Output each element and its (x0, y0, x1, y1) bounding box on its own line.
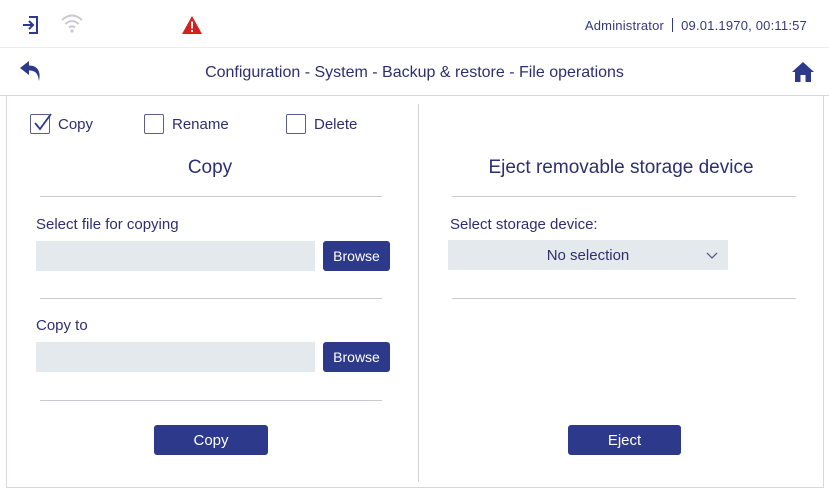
eject-button[interactable]: Eject (568, 425, 681, 455)
divider (40, 400, 382, 401)
checkbox-box[interactable] (30, 113, 52, 134)
column-divider (418, 104, 419, 482)
checkbox-label: Rename (172, 115, 229, 133)
copy-checkbox[interactable]: Copy (30, 113, 94, 134)
checkbox-label: Delete (314, 115, 358, 133)
separator (672, 18, 674, 32)
page-title: Configuration - System - Backup & restor… (205, 64, 624, 81)
browse-target-button[interactable]: Browse (323, 342, 390, 372)
warning-icon[interactable] (181, 15, 203, 35)
divider (452, 196, 796, 197)
checkbox-box[interactable] (144, 114, 164, 134)
login-icon[interactable] (20, 14, 42, 36)
rename-checkbox[interactable]: Rename (144, 114, 229, 134)
divider (452, 298, 796, 299)
delete-checkbox[interactable]: Delete (286, 114, 357, 134)
status-bar: Administrator 09.01.1970, 00:11:57 (0, 0, 829, 48)
checkmark-icon (34, 113, 52, 131)
copy-to-input[interactable] (36, 342, 315, 372)
user-name: Administrator (584, 18, 665, 33)
content-panel (6, 96, 824, 488)
title-bar: Configuration - System - Backup & restor… (0, 48, 829, 96)
divider (40, 298, 382, 299)
chevron-down-icon (706, 252, 718, 259)
session-info: Administrator 09.01.1970, 00:11:57 (585, 18, 807, 33)
storage-device-label: Select storage device: (450, 216, 598, 233)
checkbox-label: Copy (58, 115, 94, 133)
storage-device-select[interactable]: No selection (448, 240, 728, 270)
wifi-icon (61, 14, 83, 33)
date-time: 09.01.1970, 00:11:57 (681, 18, 807, 33)
copy-to-label: Copy to (36, 317, 88, 334)
checkbox-box[interactable] (286, 114, 306, 134)
source-file-label: Select file for copying (36, 216, 179, 233)
browse-source-button[interactable]: Browse (323, 241, 390, 271)
copy-button[interactable]: Copy (154, 425, 268, 455)
divider (40, 196, 382, 197)
eject-section-title: Eject removable storage device (488, 157, 754, 178)
select-value: No selection (546, 247, 630, 264)
source-file-input[interactable] (36, 241, 315, 271)
copy-section-title: Copy (187, 157, 233, 178)
home-icon[interactable] (791, 60, 815, 84)
